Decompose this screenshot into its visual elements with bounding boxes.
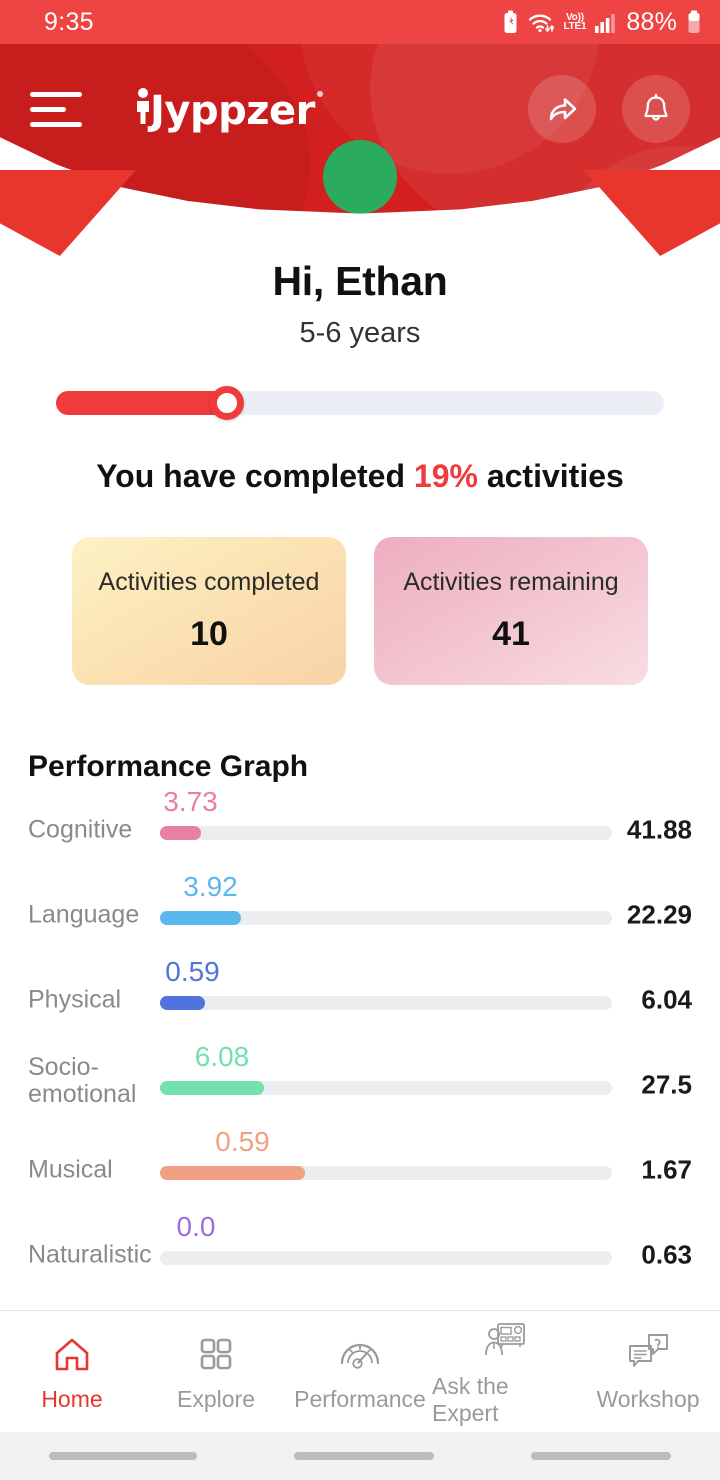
performance-bar-fill (160, 911, 241, 925)
progress-summary-prefix: You have completed (96, 458, 414, 494)
progress-summary-suffix: activities (477, 458, 624, 494)
hamburger-line (30, 106, 66, 112)
nav-item-label: Performance (294, 1386, 426, 1412)
volte-icon: Vo)) LTE1 (563, 12, 587, 32)
performance-score-value: 0.59 (165, 956, 220, 987)
greeting-block: Hi, Ethan 5-6 years (0, 258, 720, 350)
performance-graph-list: 3.73 Cognitive 41.88 3.92 Language 22.29 0.59 P… (0, 786, 720, 1296)
nav-item-home[interactable]: Home (0, 1330, 144, 1413)
bell-icon (644, 93, 668, 121)
gesture-pill[interactable] (48, 1452, 197, 1460)
stat-card-label: Activities remaining (403, 568, 619, 596)
progress-slider-thumb[interactable] (210, 386, 244, 420)
wifi-icon (528, 10, 555, 34)
battery-icon (686, 10, 702, 34)
nav-item-label: Workshop (596, 1386, 700, 1412)
presenter-icon (480, 1317, 528, 1365)
gesture-pill[interactable] (293, 1452, 434, 1460)
chat-question-icon (624, 1330, 672, 1378)
performance-total-value: 0.63 (641, 1239, 692, 1270)
header-actions (528, 75, 690, 143)
stat-card-value: 41 (492, 615, 530, 653)
performance-row: 3.92 Language 22.29 (0, 871, 720, 956)
app-screen: 9:35 Vo)) LTE1 88% Jyppzer Hi, Ethan 5-6… (0, 0, 720, 1480)
performance-bar-fill (160, 1081, 264, 1095)
performance-total-value: 22.29 (626, 899, 692, 930)
performance-score-value: 0.59 (215, 1126, 270, 1157)
volte-bottom-label: LTE1 (563, 21, 587, 32)
performance-row: 0.0 Naturalistic 0.63 (0, 1211, 720, 1296)
greeting-age-range: 5-6 years (299, 317, 421, 349)
stat-cards: Activities completed 10 Activities remai… (72, 537, 648, 685)
nav-item-workshop[interactable]: Workshop (576, 1330, 720, 1413)
performance-bar-track (160, 996, 612, 1010)
performance-bar-fill (160, 1166, 305, 1180)
performance-score-value: 3.92 (183, 871, 238, 902)
performance-row: 6.08 Socio- emotional 27.5 (0, 1041, 720, 1126)
performance-row: 0.59 Physical 6.04 (0, 956, 720, 1041)
battery-percentage: 88% (626, 7, 677, 36)
hamburger-line (30, 91, 82, 97)
performance-bar-track (160, 1081, 612, 1095)
progress-slider-fill (56, 391, 227, 415)
status-bar-icons: Vo)) LTE1 88% (502, 8, 702, 37)
hamburger-menu-icon[interactable] (30, 87, 84, 131)
performance-category-label: Physical (28, 985, 122, 1014)
performance-score-value: 3.73 (163, 786, 218, 817)
performance-bar-track (160, 1166, 612, 1180)
progress-slider[interactable] (56, 386, 664, 420)
performance-bar-track (160, 911, 612, 925)
nav-item-label: Home (41, 1386, 103, 1412)
grid-icon (194, 1330, 238, 1378)
nav-item-explore[interactable]: Explore (144, 1330, 288, 1413)
performance-bar-fill (160, 996, 205, 1010)
logo-trademark-dot (316, 91, 323, 97)
performance-total-value: 41.88 (626, 814, 692, 845)
performance-bar-fill (160, 826, 201, 840)
performance-score-value: 6.08 (194, 1041, 250, 1072)
nav-item-performance[interactable]: Performance (288, 1330, 432, 1413)
app-header: Jyppzer (0, 44, 720, 256)
performance-row: 0.59 Musical 1.67 (0, 1126, 720, 1211)
performance-bar-track (160, 1251, 612, 1265)
stat-card-label: Activities completed (98, 568, 320, 596)
speedometer-icon (336, 1330, 384, 1378)
performance-total-value: 27.5 (641, 1069, 692, 1100)
notifications-button[interactable] (622, 75, 690, 143)
home-icon (50, 1330, 94, 1378)
performance-total-value: 6.04 (641, 984, 692, 1015)
bottom-navigation: Home Explore Performance Ask the Expert Work… (0, 1310, 720, 1432)
progress-summary-text: You have completed 19% activities (0, 458, 720, 495)
performance-category-label: Language (28, 900, 140, 929)
progress-summary-percent: 19% (413, 458, 478, 494)
performance-bar-track (160, 826, 612, 840)
header-bar: Jyppzer (0, 44, 720, 174)
nav-item-label: Explore (177, 1386, 255, 1412)
share-icon (549, 98, 577, 121)
app-logo-text: Jyppzer (150, 88, 315, 134)
battery-saver-icon (502, 10, 519, 34)
stat-card-value: 10 (190, 615, 228, 653)
performance-category-label: Musical (28, 1155, 113, 1184)
performance-row: 3.73 Cognitive 41.88 (0, 786, 720, 871)
performance-category-label: Socio- emotional (28, 1053, 137, 1108)
performance-total-value: 1.67 (641, 1154, 692, 1185)
stat-card-completed[interactable]: Activities completed 10 (72, 537, 346, 685)
performance-graph-title: Performance Graph (28, 750, 309, 783)
performance-category-label: Naturalistic (28, 1240, 152, 1269)
status-bar-clock: 9:35 (44, 7, 94, 36)
system-gesture-bar (0, 1432, 720, 1480)
hamburger-line (30, 121, 82, 127)
greeting-name: Hi, Ethan (272, 258, 448, 304)
signal-bars-icon (595, 11, 617, 33)
performance-category-label: Cognitive (28, 815, 133, 844)
status-bar: 9:35 Vo)) LTE1 88% (0, 0, 720, 44)
share-button[interactable] (528, 75, 596, 143)
nav-item-ask-the-expert[interactable]: Ask the Expert (432, 1317, 576, 1427)
performance-score-value: 0.0 (176, 1211, 216, 1242)
stat-card-remaining[interactable]: Activities remaining 41 (374, 537, 648, 685)
nav-item-label: Ask the Expert (432, 1372, 509, 1426)
app-logo[interactable]: Jyppzer (132, 87, 323, 134)
gesture-pill[interactable] (531, 1452, 672, 1460)
